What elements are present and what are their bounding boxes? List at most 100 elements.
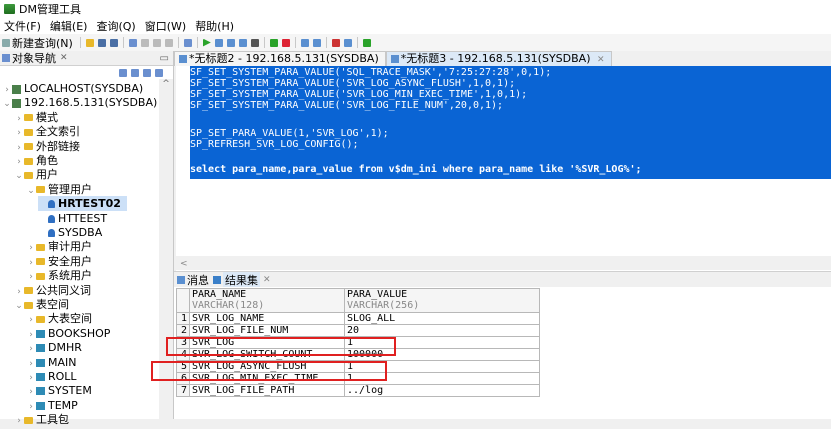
- results-tab-bar: 消息 结果集 ✕: [174, 271, 831, 288]
- tree-item[interactable]: › 外部链接: [14, 139, 80, 154]
- tree-item[interactable]: SYSDBA: [38, 225, 102, 240]
- menu-query[interactable]: 查询(Q): [92, 18, 140, 34]
- open-icon[interactable]: [85, 38, 94, 47]
- table-row[interactable]: 2 SVR_LOG_FILE_NUM 20: [176, 324, 540, 337]
- table-row[interactable]: 3 SVR_LOG 1: [176, 336, 540, 349]
- copy-icon[interactable]: [152, 38, 161, 47]
- table-row[interactable]: 1 SVR_LOG_NAME SLOG_ALL: [176, 312, 540, 325]
- collapsed-icon[interactable]: ›: [14, 414, 24, 429]
- menu-help[interactable]: 帮助(H): [191, 18, 239, 34]
- scroll-up-icon[interactable]: ^: [159, 79, 173, 89]
- cell-para-value: SLOG_ALL: [344, 312, 540, 325]
- tree-item[interactable]: › MAIN: [26, 355, 76, 370]
- folder-icon: [36, 243, 45, 251]
- plugin-icon[interactable]: [362, 38, 371, 47]
- disconnect-icon[interactable]: [131, 69, 139, 77]
- toolbar-separator: [196, 37, 198, 48]
- expanded-icon[interactable]: ⌄: [26, 184, 36, 199]
- close-tab-icon[interactable]: ✕: [597, 55, 605, 65]
- table-row[interactable]: 6 SVR_LOG_MIN_EXEC_TIME 1: [176, 372, 540, 385]
- save-icon[interactable]: [97, 38, 106, 47]
- menu-window[interactable]: 窗口(W): [141, 18, 191, 34]
- paste-icon[interactable]: [164, 38, 173, 47]
- explain-icon[interactable]: [226, 38, 235, 47]
- tree-item[interactable]: › 角色: [14, 153, 58, 168]
- table-row[interactable]: 4 SVR_LOG_SWITCH_COUNT 100000: [176, 348, 540, 361]
- toolbar-separator: [294, 37, 296, 48]
- tree-item[interactable]: › 系统用户: [26, 268, 92, 283]
- tree-item-label: 公共同义词: [36, 283, 91, 297]
- tree-item[interactable]: › 公共同义词: [14, 283, 91, 298]
- tab-messages[interactable]: 消息: [187, 272, 209, 288]
- tree-item[interactable]: › 大表空间: [26, 311, 92, 326]
- tree-item[interactable]: ⌄ 用户: [14, 167, 58, 182]
- tree-item[interactable]: ⌄ 192.168.5.131(SYSDBA): [2, 95, 157, 110]
- rollback-icon[interactable]: [281, 38, 290, 47]
- tree-item[interactable]: › 全文索引: [14, 124, 80, 139]
- table-row[interactable]: 7 SVR_LOG_FILE_PATH ../log: [176, 384, 540, 397]
- column-header[interactable]: PARA_VALUE VARCHAR(256): [344, 288, 540, 313]
- menu-file[interactable]: 文件(F): [0, 18, 46, 34]
- undo-icon[interactable]: [128, 38, 137, 47]
- row-number-header: [176, 288, 190, 313]
- collapse-all-icon[interactable]: [155, 69, 163, 77]
- cell-para-value: 100000: [344, 348, 540, 361]
- run-icon[interactable]: [202, 38, 211, 47]
- sql-editor[interactable]: SF_SET_SYSTEM_PARA_VALUE('SQL_TRACE_MASK…: [176, 66, 831, 271]
- folder-icon: [24, 301, 33, 309]
- new-query-button[interactable]: 新建查询(N): [12, 35, 73, 51]
- cut-icon[interactable]: [140, 38, 149, 47]
- tree-item[interactable]: › DMHR: [26, 340, 82, 355]
- tree-item[interactable]: › 模式: [14, 110, 58, 125]
- expanded-icon[interactable]: ⌄: [2, 97, 12, 112]
- row-number: 4: [176, 348, 190, 361]
- cell-para-value: 1: [344, 372, 540, 385]
- editor-hscrollbar[interactable]: <: [176, 256, 831, 270]
- tool-icon[interactable]: [331, 38, 340, 47]
- navigator-scrollbar[interactable]: ^: [159, 79, 173, 419]
- folder-icon: [24, 171, 33, 179]
- tree-item[interactable]: ⌄ 管理用户: [26, 182, 92, 197]
- tab-untitled-3[interactable]: *无标题3 - 192.168.5.131(SYSDBA) ✕: [385, 51, 612, 66]
- connect-icon[interactable]: [119, 69, 127, 77]
- tree-item[interactable]: › ROLL: [26, 369, 76, 384]
- toolbar-separator: [177, 37, 179, 48]
- code-line: SF_SET_SYSTEM_PARA_VALUE('SQL_TRACE_MASK…: [190, 67, 552, 78]
- grid-icon[interactable]: [312, 38, 321, 47]
- tree-item[interactable]: › 工具包: [14, 412, 69, 427]
- home-icon[interactable]: [183, 38, 192, 47]
- run-step-icon[interactable]: [214, 38, 223, 47]
- tree-item-label: TEMP: [48, 398, 78, 412]
- folder-icon: [24, 128, 33, 136]
- tree-item[interactable]: › LOCALHOST(SYSDBA): [2, 81, 143, 96]
- menu-edit[interactable]: 编辑(E): [46, 18, 93, 34]
- stop-icon[interactable]: [250, 38, 259, 47]
- commit-icon[interactable]: [269, 38, 278, 47]
- format-icon[interactable]: [300, 38, 309, 47]
- compare-icon[interactable]: [343, 38, 352, 47]
- tree-item[interactable]: › TEMP: [26, 398, 78, 413]
- save-all-icon[interactable]: [109, 38, 118, 47]
- tablespace-icon: [36, 387, 45, 396]
- tree-item[interactable]: › 审计用户: [26, 239, 92, 254]
- tree-item-label: 表空间: [36, 298, 69, 311]
- tree-item[interactable]: HTTEEST: [38, 211, 107, 226]
- tree-item[interactable]: › BOOKSHOP: [26, 326, 110, 341]
- table-row[interactable]: 5 SVR_LOG_ASYNC_FLUSH 1: [176, 360, 540, 373]
- tree-item[interactable]: ⌄ 表空间: [14, 297, 69, 312]
- refresh-icon[interactable]: [143, 69, 151, 77]
- scroll-left-icon[interactable]: <: [180, 259, 188, 269]
- tab-untitled-2[interactable]: *无标题2 - 192.168.5.131(SYSDBA): [174, 51, 386, 66]
- column-header[interactable]: PARA_NAME VARCHAR(128): [189, 288, 345, 313]
- expanded-icon[interactable]: ⌄: [14, 299, 24, 314]
- tab-result-set[interactable]: 结果集: [223, 272, 260, 288]
- close-tab-icon[interactable]: ✕: [263, 275, 271, 285]
- debug-icon[interactable]: [238, 38, 247, 47]
- expanded-icon[interactable]: ⌄: [14, 169, 24, 184]
- minimize-icon[interactable]: ▭: [160, 53, 169, 64]
- tree-item[interactable]: › SYSTEM: [26, 383, 92, 398]
- folder-icon: [36, 272, 45, 280]
- tree-item[interactable]: HRTEST02: [38, 196, 127, 212]
- tree-item[interactable]: › 安全用户: [26, 254, 92, 269]
- close-icon[interactable]: ✕: [60, 53, 68, 63]
